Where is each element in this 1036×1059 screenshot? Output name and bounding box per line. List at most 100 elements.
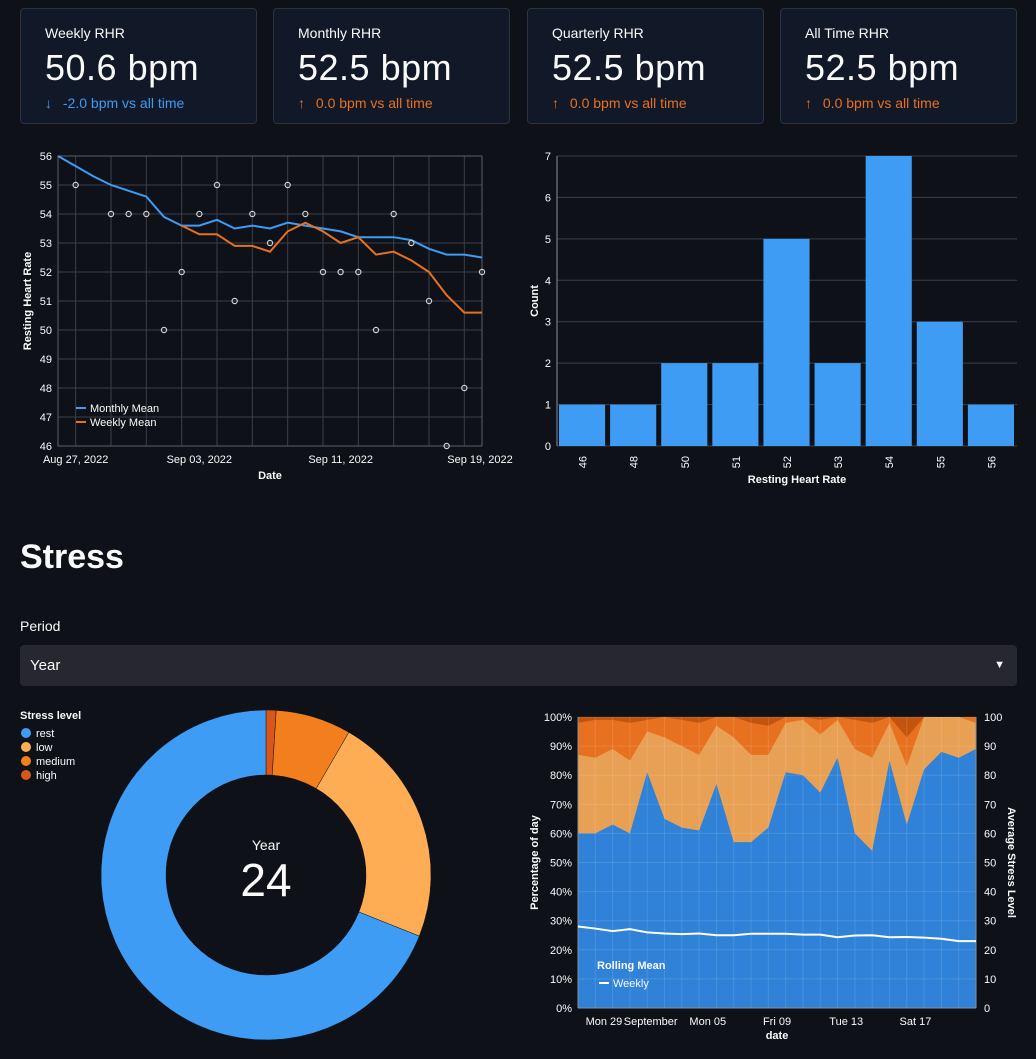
- y2-tick-label: 20: [984, 945, 996, 957]
- legend-label: rest: [36, 728, 54, 740]
- delta-text: 0.0 bpm vs all time: [569, 95, 687, 111]
- x-axis-title: Date: [258, 470, 282, 482]
- y-tick-label: 56: [40, 151, 52, 163]
- legend-title: Stress level: [20, 710, 81, 722]
- y-tick-label: 3: [545, 317, 551, 329]
- y2-tick-label: 60: [984, 828, 996, 840]
- metric-card-all-time: All Time RHR 52.5 bpm ↑ 0.0 bpm vs all t…: [780, 8, 1017, 124]
- delta-text: 0.0 bpm vs all time: [822, 95, 940, 111]
- metric-label: Monthly RHR: [298, 25, 382, 41]
- y-tick-label: 48: [40, 383, 52, 395]
- histogram-bar: [712, 363, 759, 446]
- legend-label: low: [36, 742, 53, 754]
- legend-swatch: [21, 742, 31, 752]
- legend-label: high: [36, 770, 57, 782]
- legend-swatch: [21, 770, 31, 780]
- histogram-bar: [916, 321, 963, 446]
- metric-delta: ↓ -2.0 bpm vs all time: [45, 95, 256, 111]
- y-tick-label: 100%: [544, 712, 572, 724]
- y-tick-label: 5: [545, 234, 551, 246]
- y-tick-label: 55: [40, 180, 52, 192]
- series-line: [57, 155, 483, 259]
- delta-text: -2.0 bpm vs all time: [62, 95, 185, 111]
- histogram-bar: [967, 404, 1014, 446]
- arrow-up-icon: ↑: [298, 95, 305, 111]
- y-tick-label: 0: [545, 441, 551, 453]
- histogram-bar: [661, 363, 708, 446]
- histogram-bar: [814, 363, 861, 446]
- x-tick-label: Sep 11, 2022: [308, 454, 373, 466]
- stress-donut-chart[interactable]: Year24 Stress level rest low medium high: [0, 700, 520, 1059]
- x-tick-label: 52: [782, 456, 794, 468]
- y-tick-label: 50: [40, 325, 52, 337]
- y-tick-label: 47: [40, 412, 52, 424]
- y-tick-label: 2: [545, 358, 551, 370]
- y-tick-label: 49: [40, 354, 52, 366]
- metric-delta: ↑ 0.0 bpm vs all time: [298, 95, 509, 111]
- x-tick-label: Aug 27, 2022: [43, 454, 108, 466]
- arrow-up-icon: ↑: [552, 95, 559, 111]
- x-tick-label: 56: [986, 456, 998, 468]
- y-tick-label: 54: [40, 209, 52, 221]
- rhr-line-chart[interactable]: 46 47 48 49 50 51 52 53 54 55 56 Aug 27, 2022 Sep 03…: [0, 140, 520, 490]
- donut-center-label: Year: [252, 837, 281, 853]
- legend-label: medium: [36, 756, 75, 768]
- x-tick-label: Mon 05: [689, 1016, 726, 1028]
- metric-value: 52.5 bpm: [298, 47, 453, 88]
- y-tick-label: 53: [40, 238, 52, 250]
- stress-area-chart[interactable]: 0% 10% 20% 30% 40% 50% 60% 70% 80% 90% 100% 0 10 20 30…: [520, 700, 1036, 1059]
- y-tick-label: 30%: [550, 916, 572, 928]
- section-heading: Stress: [20, 538, 124, 576]
- y-tick-label: 60%: [550, 828, 572, 840]
- legend-swatch: [21, 728, 31, 738]
- y-tick-label: 51: [40, 296, 52, 308]
- x-tick-label: 48: [629, 456, 641, 468]
- y-tick-label: 1: [545, 400, 551, 412]
- metric-label: Quarterly RHR: [552, 25, 644, 41]
- period-label: Period: [20, 618, 61, 634]
- y-axis-title: Percentage of day: [529, 814, 541, 910]
- delta-text: 0.0 bpm vs all time: [315, 95, 433, 111]
- y-tick-label: 80%: [550, 770, 572, 782]
- x-axis-title: Resting Heart Rate: [748, 474, 846, 486]
- legend-title: Rolling Mean: [597, 960, 666, 972]
- y2-tick-label: 70: [984, 799, 996, 811]
- y-tick-label: 4: [545, 275, 551, 287]
- y-tick-label: 90%: [550, 741, 572, 753]
- metric-value: 52.5 bpm: [552, 47, 707, 88]
- y2-tick-label: 100: [984, 712, 1002, 724]
- y2-tick-label: 40: [984, 887, 996, 899]
- histogram-bar: [763, 238, 810, 446]
- donut-slice-low: [315, 731, 432, 937]
- metric-label: All Time RHR: [805, 25, 890, 41]
- legend-label: Monthly Mean: [90, 403, 159, 415]
- rhr-histogram-chart[interactable]: 0123456746 48 50 51 52 53 54 55 56Resting Heart …: [520, 140, 1036, 490]
- y-tick-label: 70%: [550, 799, 572, 811]
- x-tick-label: 53: [833, 456, 845, 468]
- x-tick-label: September: [624, 1016, 678, 1028]
- legend-swatch: [21, 756, 31, 766]
- series-line: [181, 221, 482, 314]
- x-tick-label: Sep 19, 2022: [447, 454, 512, 466]
- y2-tick-label: 10: [984, 974, 996, 986]
- donut-center-value: 24: [240, 854, 291, 906]
- y-axis-title: Resting Heart Rate: [22, 252, 34, 350]
- x-tick-label: 46: [578, 456, 590, 468]
- y-tick-label: 46: [40, 441, 52, 453]
- y2-tick-label: 80: [984, 770, 996, 782]
- period-select[interactable]: Year ▼: [20, 645, 1017, 686]
- y2-tick-label: 50: [984, 858, 996, 870]
- x-tick-label: Mon 29: [586, 1016, 623, 1028]
- x-tick-label: 55: [935, 456, 947, 468]
- y-tick-label: 50%: [550, 858, 572, 870]
- y-tick-label: 0%: [556, 1003, 572, 1015]
- metric-label: Weekly RHR: [45, 25, 125, 41]
- y-tick-label: 10%: [550, 974, 572, 986]
- y2-axis-title: Average Stress Level: [1005, 807, 1017, 918]
- y-tick-label: 6: [545, 192, 551, 204]
- legend-label: Weekly: [613, 978, 649, 990]
- metric-card-weekly: Weekly RHR 50.6 bpm ↓ -2.0 bpm vs all ti…: [20, 8, 257, 124]
- histogram-bar: [610, 404, 657, 446]
- x-tick-label: Fri 09: [763, 1016, 791, 1028]
- metric-value: 52.5 bpm: [805, 47, 960, 88]
